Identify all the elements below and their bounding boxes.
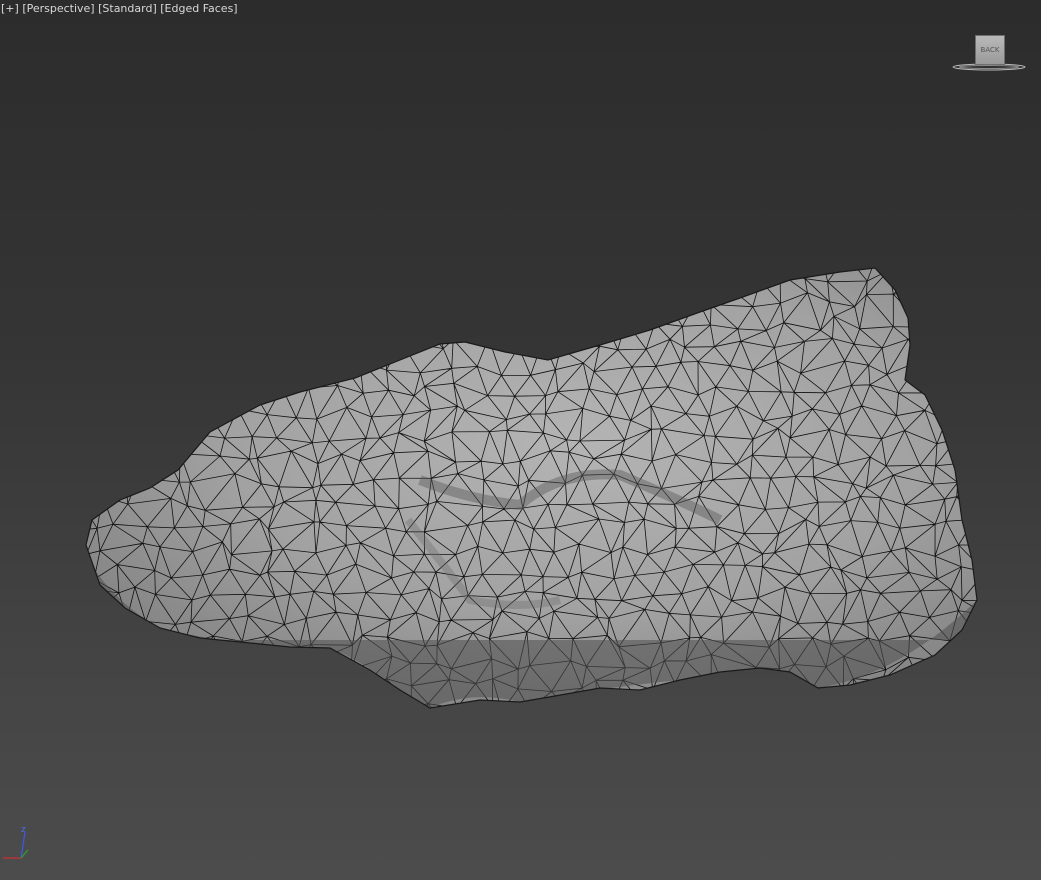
rock-mesh[interactable] [0,0,1041,880]
perspective-viewport[interactable]: [+] [Perspective] [Standard] [Edged Face… [0,0,1041,880]
axis-gizmo-icon: z [3,825,29,859]
axis-z-label: z [21,825,26,835]
